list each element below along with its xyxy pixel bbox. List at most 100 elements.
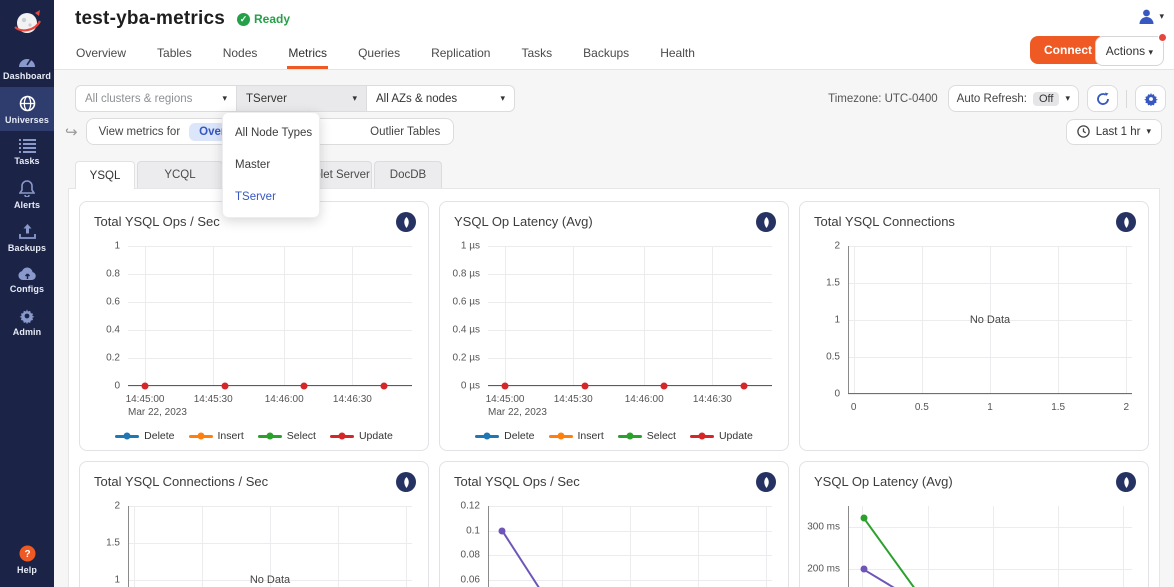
y-tick-label: 0.1 bbox=[466, 525, 480, 536]
nav-tab-tasks[interactable]: Tasks bbox=[520, 40, 553, 69]
data-point-marker bbox=[860, 566, 867, 573]
y-tick-label: 0.06 bbox=[461, 575, 480, 586]
x-tick-label: 0.5 bbox=[915, 402, 929, 413]
y-tick-label: 0.8 bbox=[106, 269, 120, 280]
x-tick-label: 14:45:00 bbox=[486, 394, 525, 405]
chevron-down-icon: ▾ bbox=[500, 93, 505, 104]
chevron-down-icon: ▾ bbox=[352, 93, 357, 104]
chart-title: Total YSQL Connections / Sec bbox=[94, 474, 414, 489]
nav-tab-metrics[interactable]: Metrics bbox=[287, 40, 328, 69]
chart-card-total-ysql-ops-sec: Total YSQL Ops / Sec 10.80.60.40.2014:45… bbox=[79, 201, 429, 451]
y-tick-label: 200 ms bbox=[807, 564, 840, 575]
universe-title: test-yba-metrics bbox=[75, 8, 225, 30]
chart-card-ysql-op-latency-2: YSQL Op Latency (Avg) 300 ms200 ms100 ms… bbox=[799, 461, 1149, 587]
alerts-bell-icon bbox=[19, 180, 35, 197]
node-type-option-master[interactable]: Master bbox=[223, 149, 319, 181]
yugabyte-chart-icon bbox=[396, 472, 416, 492]
sidebar-item-universes[interactable]: Universes bbox=[0, 87, 54, 131]
backups-icon bbox=[19, 224, 36, 240]
nav-tab-overview[interactable]: Overview bbox=[75, 40, 127, 69]
x-tick-label: 0 bbox=[851, 402, 857, 413]
universe-nav-tabs: Overview Tables Nodes Metrics Queries Replica… bbox=[75, 40, 696, 69]
app-sidebar: Dashboard Universes Tasks Alerts bbox=[0, 0, 54, 587]
gear-icon bbox=[1144, 92, 1158, 106]
no-data-label: No Data bbox=[128, 574, 412, 586]
y-tick-label: 1 bbox=[114, 241, 120, 252]
nav-tab-backups[interactable]: Backups bbox=[582, 40, 630, 69]
charts-panel: Total YSQL Ops / Sec 10.80.60.40.2014:45… bbox=[68, 188, 1160, 587]
y-tick-label: 0.12 bbox=[461, 501, 480, 512]
universes-icon bbox=[19, 95, 36, 112]
sidebar-item-alerts[interactable]: Alerts bbox=[0, 172, 54, 216]
y-tick-label: 1 µs bbox=[461, 241, 480, 252]
y-tick-label: 1 bbox=[834, 315, 840, 326]
segment-outlier-tables[interactable]: Outlier Tables bbox=[360, 123, 450, 141]
data-point-marker bbox=[499, 527, 506, 534]
node-type-option-tserver[interactable]: TServer bbox=[223, 181, 319, 213]
hook-arrow-icon: ↪ bbox=[65, 123, 78, 141]
az-node-select[interactable]: All AZs & nodes ▾ bbox=[367, 85, 515, 112]
chart-plot-area: 1 µs0.8 µs0.6 µs0.4 µs0.2 µs0 µs14:45:00… bbox=[488, 246, 772, 386]
chart-plot-area: 21.510.5000.511.52No Data bbox=[848, 246, 1132, 394]
yugabyte-logo-icon[interactable] bbox=[0, 0, 54, 46]
nav-tab-nodes[interactable]: Nodes bbox=[222, 40, 259, 69]
user-avatar-icon bbox=[1138, 8, 1155, 25]
yugabyte-chart-icon bbox=[756, 472, 776, 492]
time-range-button[interactable]: Last 1 hr ▾ bbox=[1066, 119, 1162, 145]
legend-item-select[interactable]: Select bbox=[258, 430, 316, 442]
metric-tab-ysql[interactable]: YSQL bbox=[75, 161, 135, 189]
actions-button[interactable]: Actions ▾ bbox=[1095, 36, 1164, 66]
chevron-down-icon: ▾ bbox=[222, 93, 227, 104]
y-tick-label: 0.2 bbox=[106, 353, 120, 364]
data-point-marker bbox=[860, 514, 867, 521]
legend-item-select[interactable]: Select bbox=[618, 430, 676, 442]
x-tick-label: 14:46:30 bbox=[693, 394, 732, 405]
legend-item-delete[interactable]: Delete bbox=[475, 430, 534, 442]
y-tick-label: 2 bbox=[834, 241, 840, 252]
refresh-button[interactable] bbox=[1087, 85, 1118, 112]
yugabyte-chart-icon bbox=[396, 212, 416, 232]
chart-title: YSQL Op Latency (Avg) bbox=[814, 474, 1134, 489]
yugabyte-chart-icon bbox=[756, 212, 776, 232]
nav-tab-queries[interactable]: Queries bbox=[357, 40, 401, 69]
sidebar-item-tasks[interactable]: Tasks bbox=[0, 131, 54, 172]
node-type-select[interactable]: TServer ▾ bbox=[237, 85, 367, 112]
chevron-down-icon: ▾ bbox=[1148, 47, 1153, 57]
chevron-down-icon: ▾ bbox=[1159, 11, 1164, 22]
metrics-settings-button[interactable] bbox=[1135, 85, 1166, 112]
sidebar-item-help[interactable]: ? Help bbox=[0, 537, 54, 581]
sidebar-item-configs[interactable]: Configs bbox=[0, 259, 54, 300]
configs-cloud-icon bbox=[18, 267, 37, 281]
nav-tab-tables[interactable]: Tables bbox=[156, 40, 193, 69]
x-tick-label: 14:45:30 bbox=[554, 394, 593, 405]
x-tick-label: 1 bbox=[987, 402, 993, 413]
node-type-option-all-node-types[interactable]: All Node Types bbox=[223, 117, 319, 149]
data-point-marker bbox=[661, 383, 668, 390]
legend-item-insert[interactable]: Insert bbox=[549, 430, 604, 442]
sidebar-item-dashboard[interactable]: Dashboard bbox=[0, 46, 54, 87]
chart-plot-area: 300 ms200 ms100 ms0 ms bbox=[848, 506, 1132, 587]
legend-item-insert[interactable]: Insert bbox=[189, 430, 244, 442]
cluster-region-select[interactable]: All clusters & regions ▾ bbox=[75, 85, 237, 112]
y-tick-label: 0 bbox=[834, 389, 840, 400]
legend-item-delete[interactable]: Delete bbox=[115, 430, 174, 442]
nav-tab-health[interactable]: Health bbox=[659, 40, 696, 69]
y-tick-label: 0 bbox=[114, 381, 120, 392]
sidebar-item-admin[interactable]: Admin bbox=[0, 300, 54, 343]
divider bbox=[1126, 90, 1127, 108]
chevron-down-icon: ▾ bbox=[1065, 93, 1070, 104]
x-axis-date-label: Mar 22, 2023 bbox=[488, 407, 547, 418]
legend-item-update[interactable]: Update bbox=[330, 430, 393, 442]
legend-item-update[interactable]: Update bbox=[690, 430, 753, 442]
clock-icon bbox=[1077, 125, 1090, 138]
x-tick-label: 14:46:00 bbox=[265, 394, 304, 405]
user-menu[interactable]: ▾ bbox=[1138, 8, 1164, 25]
data-point-marker bbox=[502, 383, 509, 390]
auto-refresh-toggle[interactable]: Auto Refresh: Off ▾ bbox=[948, 85, 1079, 112]
metric-tab-docdb[interactable]: DocDB bbox=[374, 161, 442, 188]
svg-text:?: ? bbox=[24, 549, 30, 560]
y-tick-label: 0.2 µs bbox=[453, 353, 480, 364]
nav-tab-replication[interactable]: Replication bbox=[430, 40, 491, 69]
metric-tab-ycql[interactable]: YCQL bbox=[137, 161, 223, 188]
sidebar-item-backups[interactable]: Backups bbox=[0, 216, 54, 259]
